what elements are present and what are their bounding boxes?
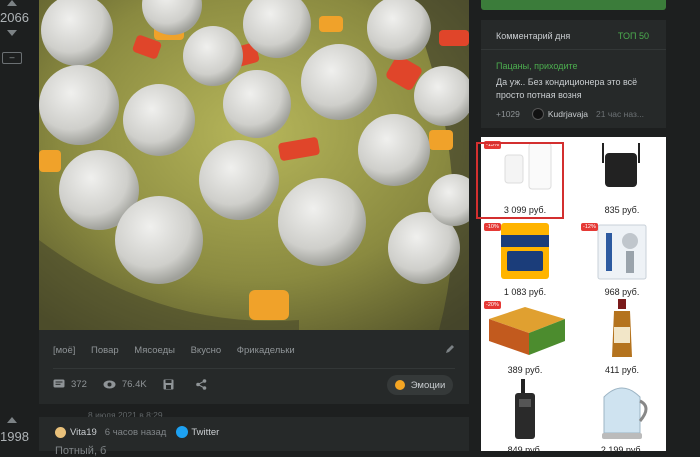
post-image[interactable]	[39, 0, 469, 330]
ad-price: 968 руб.	[604, 287, 640, 297]
divider	[481, 49, 666, 50]
views-value: 76.4K	[121, 379, 147, 390]
comment-time[interactable]: 6 часов назад	[105, 427, 167, 438]
post-score: 2066	[0, 10, 29, 25]
meatball-soup-photo	[39, 0, 469, 330]
save-icon	[163, 379, 174, 390]
edit-pencil-icon[interactable]	[445, 344, 455, 354]
tag-item[interactable]: Фрикадельки	[237, 345, 295, 356]
comment-card: Vita19 6 часов назад Twitter Потный, б	[39, 417, 469, 457]
share-button[interactable]	[195, 379, 213, 390]
source-label: Twitter	[191, 426, 220, 438]
comment-icon	[53, 379, 65, 388]
avatar	[531, 108, 544, 120]
comments-count[interactable]: 372	[53, 379, 87, 390]
divider	[53, 368, 455, 369]
tag-item[interactable]: [моё]	[53, 345, 75, 356]
emoji-face-icon	[394, 380, 405, 390]
ad-item[interactable]: 835 руб.	[578, 137, 666, 217]
tag-item[interactable]: Повар	[91, 345, 119, 356]
post-stats: 372 76.4K	[53, 379, 229, 390]
source-link[interactable]: Twitter	[176, 426, 219, 438]
comment-text: Потный, б	[55, 445, 107, 457]
cod-footer: +1029 Kudrjavaja 21 час наз...	[496, 108, 644, 120]
eye-icon	[103, 380, 116, 389]
views-count: 76.4K	[103, 379, 147, 390]
ad-item[interactable]: -20% 389 руб.	[481, 297, 569, 377]
post-score: 1998	[0, 429, 29, 444]
emotions-label: Эмоции	[410, 379, 446, 391]
cod-user[interactable]: Kudrjavaja	[531, 108, 589, 120]
green-action-bar[interactable]	[481, 0, 666, 10]
vote-rail: 2066 – 1998	[0, 0, 29, 451]
top50-link[interactable]: ТОП 50	[618, 31, 649, 41]
ad-price: 1 083 руб.	[503, 287, 547, 297]
emotions-button[interactable]: Эмоции	[387, 375, 453, 395]
downvote-icon[interactable]	[7, 30, 17, 36]
ad-item[interactable]: 849 руб.	[481, 377, 569, 457]
comment-header: Vita19 6 часов назад Twitter	[55, 426, 219, 438]
collapse-button[interactable]: –	[2, 52, 22, 64]
comment-of-the-day: Комментарий дня ТОП 50 Пацаны, приходите…	[481, 20, 666, 128]
walkie-talkie-image	[515, 379, 535, 439]
ad-item[interactable]: -12% 968 руб.	[578, 219, 666, 299]
upvote-icon[interactable]	[7, 417, 17, 423]
discount-badge: -10%	[484, 223, 501, 231]
wifi-repeater-image	[602, 143, 640, 187]
cod-text[interactable]: Да уж.. Без кондиционера это всё просто …	[496, 76, 656, 102]
ad-item[interactable]: -10% 1 083 руб.	[481, 219, 569, 299]
avatar[interactable]	[55, 426, 66, 438]
ad-selection-highlight	[476, 142, 564, 219]
ad-item[interactable]: 411 руб.	[578, 297, 666, 377]
discount-badge: -20%	[484, 301, 501, 309]
ad-price: 835 руб.	[604, 205, 640, 215]
tag-list: [моё] Повар Мясоеды Вкусно Фрикадельки	[53, 345, 308, 356]
cod-rating: +1029	[496, 109, 520, 119]
kettle-image	[602, 387, 648, 439]
cod-post-link[interactable]: Пацаны, приходите	[496, 61, 578, 71]
ad-price: 849 руб.	[507, 445, 543, 455]
discount-badge: -12%	[581, 223, 598, 231]
cod-time: 21 час наз...	[596, 109, 644, 119]
tag-item[interactable]: Вкусно	[191, 345, 222, 356]
comments-value: 372	[71, 379, 87, 390]
oil-bottle-image	[612, 299, 632, 357]
twitter-icon	[176, 426, 189, 438]
upvote-icon[interactable]	[7, 0, 17, 6]
ad-price: 389 руб.	[507, 365, 543, 375]
ad-price: 411 руб.	[604, 365, 639, 375]
share-icon	[195, 379, 206, 390]
ad-price: 2 199 руб.	[600, 445, 644, 455]
ad-item[interactable]: 2 199 руб.	[578, 377, 666, 457]
comment-author[interactable]: Vita19	[70, 427, 97, 438]
cod-title: Комментарий дня	[496, 31, 571, 41]
tag-item[interactable]: Мясоеды	[134, 345, 175, 356]
save-button[interactable]	[163, 379, 180, 390]
post-card: [моё] Повар Мясоеды Вкусно Фрикадельки 3…	[39, 0, 469, 404]
cod-username: Kudrjavaja	[547, 109, 589, 119]
